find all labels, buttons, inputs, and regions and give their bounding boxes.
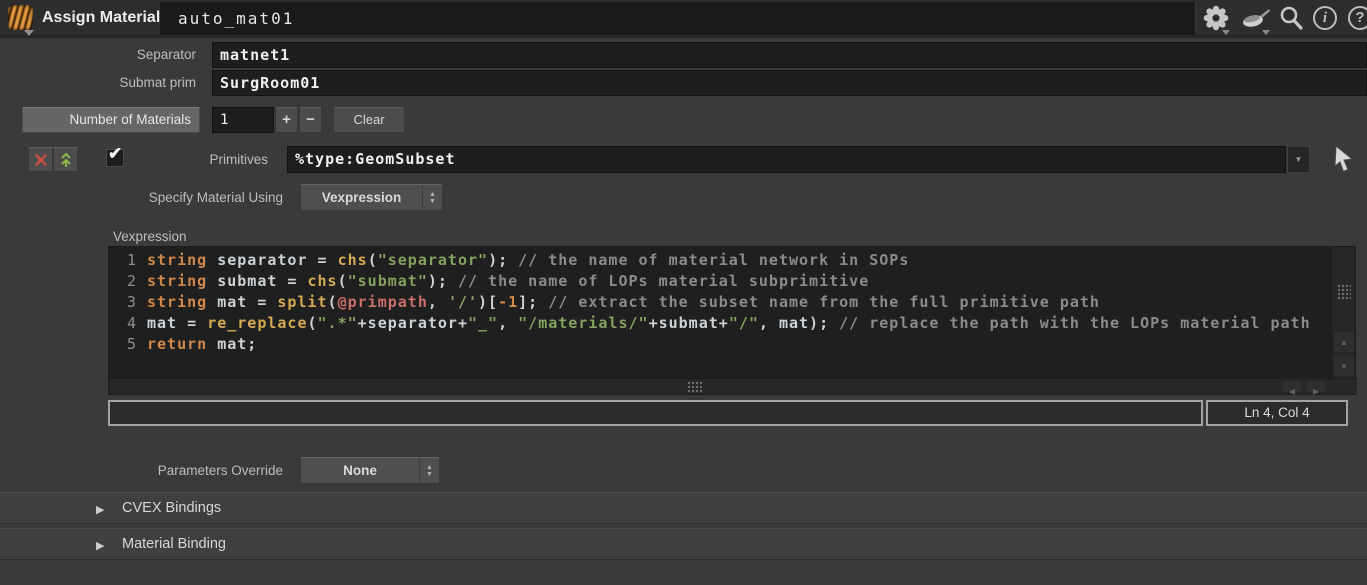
cvex-bindings-section-header[interactable]: ▶ CVEX Bindings xyxy=(0,492,1367,524)
scrollbar-grip-icon[interactable] xyxy=(1337,284,1351,300)
collapse-arrow-icon: ▶ xyxy=(96,539,104,552)
num-materials-input[interactable]: 1 xyxy=(212,107,274,133)
material-binding-label: Material Binding xyxy=(122,529,226,560)
num-materials-label: Number of Materials xyxy=(22,107,200,133)
primitives-label: Primitives xyxy=(100,146,268,173)
editor-status-input[interactable] xyxy=(108,400,1203,426)
info-icon[interactable]: i xyxy=(1313,6,1341,34)
vexpression-label: Vexpression xyxy=(113,228,313,245)
primitives-input[interactable]: %type:GeomSubset xyxy=(287,146,1286,173)
node-menu-triangle-icon xyxy=(24,30,34,36)
node-type-title: Assign Material xyxy=(42,0,160,36)
parameters-override-value: None xyxy=(301,458,419,483)
cvex-bindings-label: CVEX Bindings xyxy=(122,493,221,524)
material-binding-section-header[interactable]: ▶ Material Binding xyxy=(0,528,1367,560)
dropdown-spinner: ▲ ▼ xyxy=(422,185,442,210)
delete-instance-button[interactable] xyxy=(28,147,53,172)
reselect-primitives-button[interactable] xyxy=(1331,145,1357,180)
submat-prim-input[interactable]: SurgRoom01 xyxy=(212,70,1367,96)
help-icon[interactable]: ? xyxy=(1348,6,1367,34)
insert-instance-button[interactable] xyxy=(53,147,78,172)
brush-menu-triangle-icon xyxy=(1262,30,1270,35)
gear-menu-icon[interactable] xyxy=(1202,4,1230,32)
parameters-override-label: Parameters Override xyxy=(60,457,283,484)
vexpression-editor[interactable]: 1string separator = chs("separator"); //… xyxy=(108,246,1356,395)
scrollbar-grip-icon[interactable] xyxy=(687,381,703,393)
specify-material-using-dropdown[interactable]: Vexpression ▲ ▼ xyxy=(300,184,443,211)
dropdown-arrow-icon: ▼ xyxy=(1295,155,1303,164)
cursor-position-indicator: Ln 4, Col 4 xyxy=(1206,400,1348,426)
node-name-input[interactable]: auto_mat01 xyxy=(160,2,1196,35)
vertical-scrollbar[interactable]: ▲ ▼ xyxy=(1331,247,1355,380)
submat-prim-label: Submat prim xyxy=(0,70,196,96)
scroll-up-icon: ▲ xyxy=(1340,338,1348,347)
scroll-down-icon: ▼ xyxy=(1340,362,1348,371)
primitives-menu-button[interactable]: ▼ xyxy=(1287,146,1310,173)
assign-material-parameter-pane: Assign Material auto_mat01 xyxy=(0,0,1367,585)
separator-input[interactable]: matnet1 xyxy=(212,42,1367,68)
spinner-down-icon: ▼ xyxy=(429,198,436,205)
collapse-arrow-icon: ▶ xyxy=(96,503,104,516)
dropdown-spinner: ▲ ▼ xyxy=(419,458,439,483)
insert-before-icon xyxy=(58,152,74,168)
spinner-down-icon: ▼ xyxy=(426,471,433,478)
add-material-button[interactable]: + xyxy=(275,107,298,133)
scroll-down-button[interactable]: ▼ xyxy=(1333,355,1355,377)
specify-material-using-value: Vexpression xyxy=(301,185,422,210)
scroll-left-icon: ◀ xyxy=(1289,387,1295,396)
header-bar: Assign Material auto_mat01 xyxy=(0,0,1367,38)
search-icon[interactable] xyxy=(1277,4,1305,32)
spinner-up-icon: ▲ xyxy=(426,464,433,471)
parameters-override-dropdown[interactable]: None ▲ ▼ xyxy=(300,457,440,484)
horizontal-scrollbar[interactable]: ◀ ▶ xyxy=(109,378,1357,394)
gear-menu-triangle-icon xyxy=(1222,30,1230,35)
scroll-right-button[interactable]: ▶ xyxy=(1305,380,1327,393)
spinner-up-icon: ▲ xyxy=(429,191,436,198)
node-type-icon[interactable] xyxy=(8,5,33,30)
clear-button[interactable]: Clear xyxy=(333,107,405,133)
scroll-up-button[interactable]: ▲ xyxy=(1333,331,1355,353)
brush-icon[interactable] xyxy=(1240,4,1268,32)
specify-material-using-label: Specify Material Using xyxy=(60,184,283,211)
cursor-arrow-icon xyxy=(1331,145,1357,175)
separator-label: Separator xyxy=(0,42,196,68)
delete-x-icon xyxy=(35,154,47,166)
vex-code-lines[interactable]: 1string separator = chs("separator"); //… xyxy=(109,247,1333,380)
remove-material-button[interactable]: − xyxy=(299,107,322,133)
scroll-right-icon: ▶ xyxy=(1313,387,1319,396)
scroll-left-button[interactable]: ◀ xyxy=(1281,380,1303,393)
